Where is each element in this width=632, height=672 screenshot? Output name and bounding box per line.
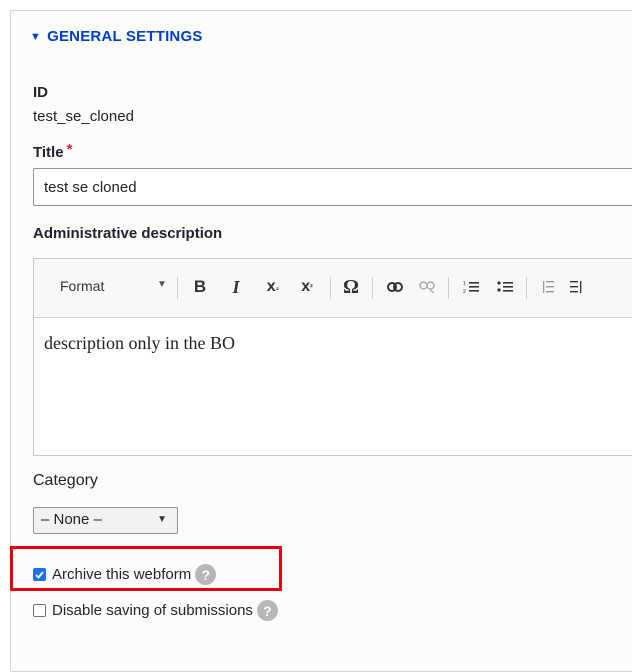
disable-submissions-option[interactable]: Disable saving of submissions ? <box>33 600 278 621</box>
category-select[interactable]: – None – ▼ <box>33 507 178 534</box>
numbered-list-icon[interactable]: 12 <box>459 275 483 299</box>
description-label: Administrative description <box>33 225 223 242</box>
editor-toolbar: Format ▼ B I x₂ x² Ω 12 <box>34 259 632 318</box>
id-value: test_se_cloned <box>33 108 134 125</box>
link-icon[interactable] <box>383 275 407 299</box>
section-summary[interactable]: ▼ GENERAL SETTINGS <box>30 28 203 45</box>
triangle-down-icon: ▼ <box>30 31 42 43</box>
required-marker: * <box>66 141 73 158</box>
toolbar-separator <box>526 277 527 299</box>
archive-checkbox[interactable] <box>33 568 46 581</box>
category-label: Category <box>33 472 98 489</box>
format-dropdown[interactable]: Format <box>60 278 104 294</box>
subscript-icon[interactable]: x₂ <box>262 275 284 299</box>
indent-icon[interactable] <box>566 275 588 299</box>
section-title: GENERAL SETTINGS <box>47 28 203 45</box>
special-char-icon[interactable]: Ω <box>339 275 363 299</box>
archive-webform-option[interactable]: Archive this webform ? <box>33 564 217 585</box>
bulleted-list-icon[interactable] <box>493 275 517 299</box>
chevron-down-icon: ▼ <box>157 514 167 525</box>
help-icon[interactable]: ? <box>195 564 217 585</box>
outdent-icon[interactable] <box>536 275 558 299</box>
toolbar-separator <box>177 277 178 299</box>
title-label: Title * <box>33 141 73 161</box>
toolbar-separator <box>372 277 373 299</box>
category-selected-value: – None – <box>41 511 102 528</box>
disable-submissions-checkbox[interactable] <box>33 604 46 617</box>
title-label-text: Title <box>33 144 64 161</box>
italic-icon[interactable]: I <box>226 275 246 299</box>
title-input[interactable] <box>33 168 632 206</box>
description-editor[interactable]: Format ▼ B I x₂ x² Ω 12 description only… <box>33 258 632 456</box>
editor-content[interactable]: description only in the BO <box>44 333 235 354</box>
help-icon[interactable]: ? <box>256 600 278 621</box>
id-label: ID <box>33 84 48 101</box>
toolbar-separator <box>330 277 331 299</box>
archive-label: Archive this webform <box>52 566 192 583</box>
superscript-icon[interactable]: x² <box>296 275 318 299</box>
bold-icon[interactable]: B <box>190 275 210 299</box>
svg-text:2: 2 <box>463 289 466 294</box>
unlink-icon[interactable] <box>415 275 439 299</box>
toolbar-separator <box>448 277 449 299</box>
chevron-down-icon[interactable]: ▼ <box>157 279 167 290</box>
disable-submissions-label: Disable saving of submissions <box>52 602 253 619</box>
svg-text:1: 1 <box>463 281 466 287</box>
